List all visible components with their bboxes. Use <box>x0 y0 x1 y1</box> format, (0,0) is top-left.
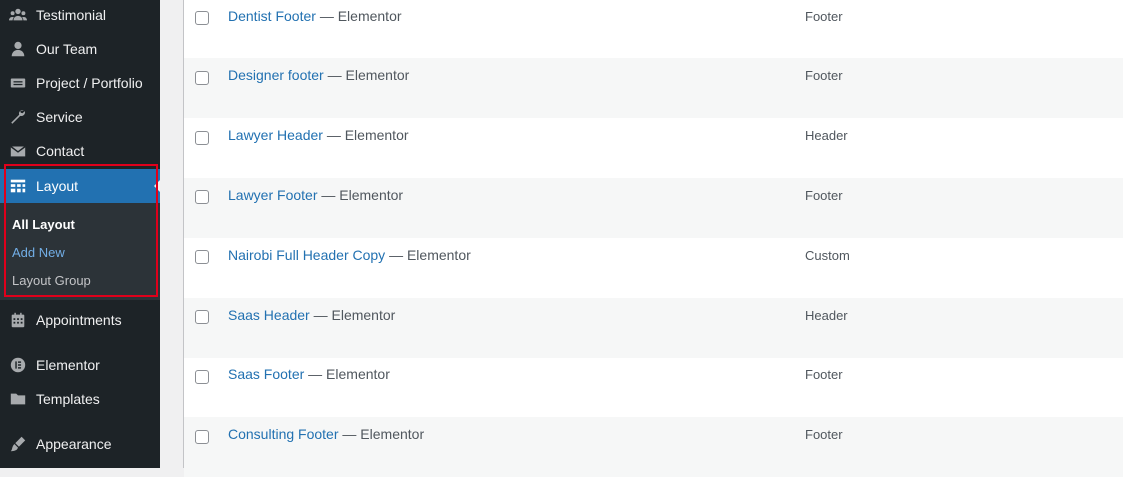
paintbrush-icon <box>0 435 36 453</box>
row-checkbox[interactable] <box>195 11 209 25</box>
user-icon <box>0 40 36 58</box>
groups-icon <box>0 6 36 24</box>
menu-item-project-portfolio[interactable]: Project / Portfolio <box>0 66 160 100</box>
row-title-suffix: — Elementor <box>389 247 471 263</box>
menu-item-label: Appointments <box>36 312 122 328</box>
table-row: Designer footer — Elementor Footer <box>184 58 1123 118</box>
admin-sidebar: Testimonial Our Team Project / Portfolio… <box>0 0 160 468</box>
row-title-suffix: — Elementor <box>342 426 425 442</box>
row-type: Footer <box>805 367 843 382</box>
table-row: Consulting Footer — Elementor Footer <box>184 417 1123 477</box>
menu-item-service[interactable]: Service <box>0 100 160 134</box>
menu-item-label: Templates <box>36 391 100 407</box>
table-row: Dentist Footer — Elementor Footer <box>184 0 1123 58</box>
table-row: Saas Footer — Elementor Footer <box>184 357 1123 417</box>
menu-item-appointments[interactable]: Appointments <box>0 303 160 337</box>
layout-submenu: All Layout Add New Layout Group <box>0 203 160 300</box>
portfolio-icon <box>0 74 36 92</box>
menu-item-label: Our Team <box>36 41 98 57</box>
main-content: Dentist Footer — Elementor Footer Design… <box>160 0 1123 477</box>
menu-item-label: Layout <box>36 178 79 194</box>
row-checkbox[interactable] <box>195 250 209 264</box>
row-title-cell: Lawyer Header — Elementor <box>228 127 409 143</box>
layouts-table: Dentist Footer — Elementor Footer Design… <box>183 0 1123 477</box>
row-type: Footer <box>805 188 843 203</box>
row-title-link[interactable]: Dentist Footer <box>228 8 316 24</box>
row-title-link[interactable]: Lawyer Footer <box>228 187 317 203</box>
row-checkbox[interactable] <box>195 190 209 204</box>
menu-item-layout[interactable]: Layout <box>0 169 160 203</box>
menu-item-testimonial[interactable]: Testimonial <box>0 0 160 32</box>
menu-item-label: Appearance <box>36 436 112 452</box>
row-type: Custom <box>805 248 850 263</box>
table-row: Lawyer Header — Elementor Header <box>184 118 1123 178</box>
row-title-cell: Consulting Footer — Elementor <box>228 426 424 442</box>
menu-item-label: Contact <box>36 143 85 159</box>
layout-grid-icon <box>0 177 36 195</box>
menu-item-label: Project / Portfolio <box>36 75 143 91</box>
calendar-icon <box>0 311 36 329</box>
menu-item-contact[interactable]: Contact <box>0 134 160 168</box>
row-title-cell: Dentist Footer — Elementor <box>228 8 402 24</box>
row-title-suffix: — Elementor <box>313 307 396 323</box>
row-title-suffix: — Elementor <box>326 127 409 143</box>
table-row: Saas Header — Elementor Header <box>184 298 1123 358</box>
row-title-link[interactable]: Consulting Footer <box>228 426 339 442</box>
row-title-cell: Saas Footer — Elementor <box>228 366 390 382</box>
row-title-link[interactable]: Saas Header <box>228 307 310 323</box>
row-title-link[interactable]: Lawyer Header <box>228 127 323 143</box>
row-title-cell: Lawyer Footer — Elementor <box>228 187 403 203</box>
menu-item-label: Service <box>36 109 83 125</box>
menu-item-our-team[interactable]: Our Team <box>0 32 160 66</box>
row-title-suffix: — Elementor <box>327 67 410 83</box>
row-type: Header <box>805 128 848 143</box>
row-title-cell: Nairobi Full Header Copy — Elementor <box>228 247 471 263</box>
elementor-icon <box>0 356 36 374</box>
row-type: Footer <box>805 427 843 442</box>
row-title-suffix: — Elementor <box>321 187 404 203</box>
row-checkbox[interactable] <box>195 310 209 324</box>
menu-item-label: Elementor <box>36 357 100 373</box>
row-title-suffix: — Elementor <box>308 366 390 382</box>
row-title-cell: Designer footer — Elementor <box>228 67 409 83</box>
menu-item-templates[interactable]: Templates <box>0 382 160 416</box>
folder-icon <box>0 390 36 408</box>
row-checkbox[interactable] <box>195 71 209 85</box>
row-title-link[interactable]: Designer footer <box>228 67 324 83</box>
row-checkbox[interactable] <box>195 370 209 384</box>
row-title-link[interactable]: Saas Footer <box>228 366 304 382</box>
row-type: Header <box>805 308 848 323</box>
row-title-link[interactable]: Nairobi Full Header Copy <box>228 247 385 263</box>
submenu-item-all-layout[interactable]: All Layout <box>12 217 75 232</box>
row-type: Footer <box>805 9 843 24</box>
row-checkbox[interactable] <box>195 131 209 145</box>
row-title-cell: Saas Header — Elementor <box>228 307 395 323</box>
row-type: Footer <box>805 68 843 83</box>
table-row: Nairobi Full Header Copy — Elementor Cus… <box>184 238 1123 298</box>
menu-item-appearance[interactable]: Appearance <box>0 427 160 461</box>
submenu-item-add-new[interactable]: Add New <box>12 245 65 260</box>
envelope-icon <box>0 142 36 160</box>
row-checkbox[interactable] <box>195 430 209 444</box>
menu-item-label: Testimonial <box>36 7 107 23</box>
wrench-icon <box>0 108 36 126</box>
submenu-item-layout-group[interactable]: Layout Group <box>12 273 91 288</box>
row-title-suffix: — Elementor <box>319 8 402 24</box>
menu-item-elementor[interactable]: Elementor <box>0 348 160 382</box>
table-row: Lawyer Footer — Elementor Footer <box>184 178 1123 238</box>
